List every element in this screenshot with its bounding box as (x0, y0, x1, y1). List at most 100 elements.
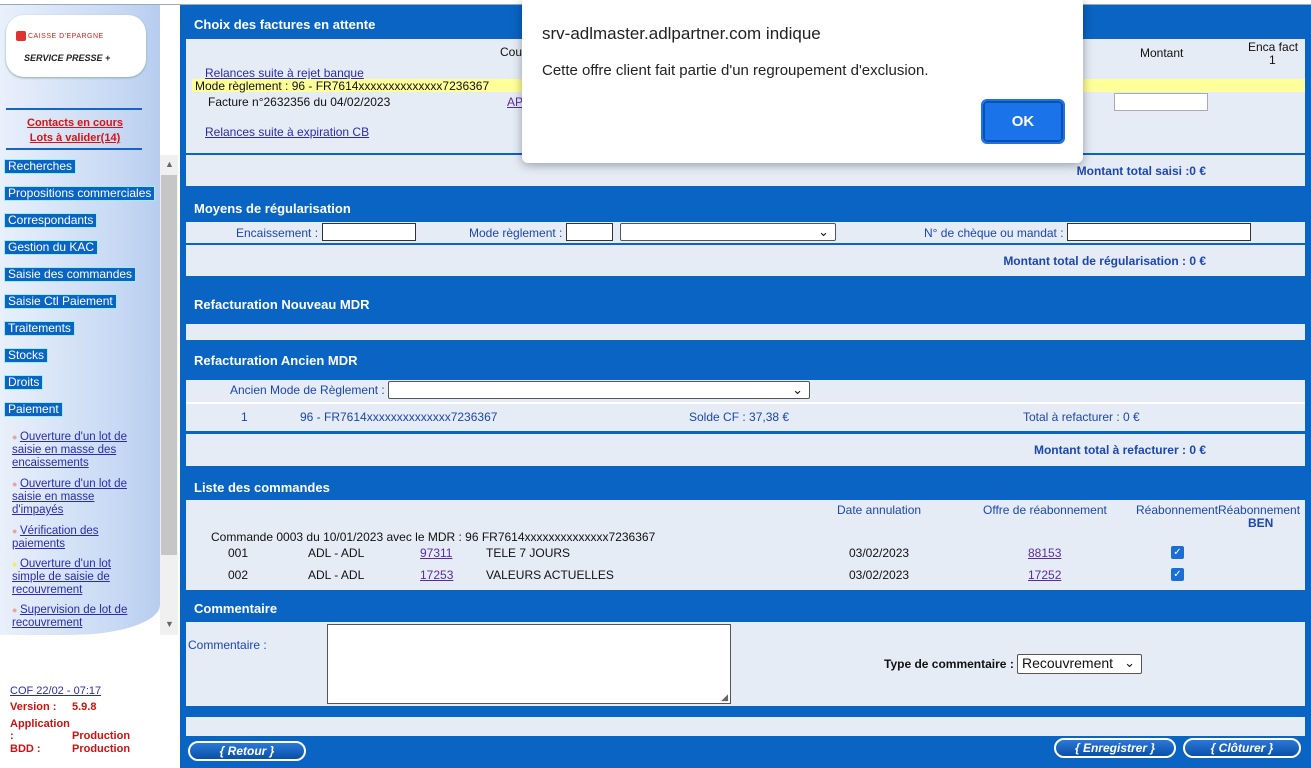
sub-link-impayes[interactable]: ● Ouverture d'un lot de saisie en masse … (12, 478, 140, 517)
ok-button[interactable]: OK (981, 99, 1065, 144)
type-commentaire-select[interactable]: Recouvrement ⌄ (1017, 654, 1142, 674)
col-enca: Enca fact (1248, 40, 1299, 54)
footer-panel (186, 717, 1305, 736)
cheque-input[interactable] (1067, 223, 1251, 241)
dialog-message: Cette offre client fait partie d'un regr… (542, 62, 929, 79)
bdd-line: BDD : Production (10, 743, 130, 755)
version-label: Version : (10, 701, 57, 713)
bdd-label: BDD : (10, 743, 41, 755)
row-adl: ADL - ADL (308, 568, 365, 582)
commande-line: Commande 0003 du 10/01/2023 avec le MDR … (211, 530, 656, 544)
montant-total-regularisation: Montant total de régularisation : 0 € (1003, 254, 1206, 268)
row-num: 001 (228, 546, 249, 560)
bullet-icon: ● (12, 432, 20, 442)
logo: CAISSE D'EPARGNE SERVICE PRESSE + (6, 15, 146, 77)
refact-ancien-total-panel: Montant total à refacturer : 0 € (186, 434, 1305, 466)
menu-recherches[interactable]: Recherches (4, 159, 77, 174)
refact-row-num: 1 (241, 410, 248, 424)
scroll-down-icon[interactable]: ▼ (165, 619, 174, 629)
menu-saisie-commandes[interactable]: Saisie des commandes (4, 267, 137, 282)
row-num: 002 (228, 568, 249, 582)
montant-total-saisi: Montant total saisi :0 € (1076, 164, 1206, 178)
sub-link-label[interactable]: Vérification des paiements (12, 525, 99, 550)
menu-droits[interactable]: Droits (4, 375, 44, 390)
regularisation-inputs-panel: Encaissement : Mode règlement : ⌄ N° de … (186, 222, 1305, 243)
brand-mark-icon (16, 31, 26, 41)
col-ben: BEN (1248, 516, 1274, 530)
menu-correspondants[interactable]: Correspondants (4, 213, 98, 228)
commentaire-textarea[interactable]: ◢ (327, 624, 731, 704)
relances-cb-link[interactable]: Relances suite à expiration CB (205, 125, 369, 139)
row-date: 03/02/2023 (849, 546, 910, 560)
reabonnement-checkbox[interactable]: ✓ (1171, 568, 1184, 581)
section-title-refact-ancien: Refacturation Ancien MDR (194, 353, 358, 368)
col-offre-reabonnement: Offre de réabonnement (983, 503, 1107, 517)
ancien-mode-label: Ancien Mode de Règlement : (230, 383, 385, 397)
scroll-up-icon[interactable]: ▲ (165, 159, 174, 169)
montant-input[interactable] (1114, 93, 1208, 111)
row-offre-link[interactable]: 88153 (1028, 546, 1061, 560)
sidebar-scrollbar[interactable]: ▲ ▼ (160, 155, 178, 635)
section-title-commandes: Liste des commandes (194, 480, 330, 495)
menu-saisie-ctl-paiement[interactable]: Saisie Ctl Paiement (4, 294, 117, 309)
row-titre: TELE 7 JOURS (486, 546, 571, 560)
type-commentaire-label: Type de commentaire : (884, 657, 1014, 671)
mode-reglement-select[interactable]: ⌄ (620, 223, 836, 241)
sub-link-label[interactable]: Ouverture d'un lot de saisie en masse d'… (12, 478, 127, 516)
chevron-down-icon: ⌄ (818, 224, 829, 239)
lots-link[interactable]: Lots à valider(14) (0, 132, 150, 144)
row-adl: ADL - ADL (308, 546, 365, 560)
mode-reglement-input[interactable] (566, 223, 613, 241)
application-label: Application : (10, 718, 70, 742)
enregistrer-button[interactable]: { Enregistrer } (1054, 738, 1176, 758)
row-offre-link[interactable]: 17252 (1028, 568, 1061, 582)
facture-link[interactable]: AP (507, 95, 523, 109)
sub-link-supervision[interactable]: ● Supervision de lot de recouvrement (12, 604, 140, 630)
bdd-value: Production (72, 743, 131, 755)
resize-handle-icon[interactable]: ◢ (721, 692, 728, 703)
scroll-thumb[interactable] (161, 175, 177, 555)
sidebar-divider (6, 108, 142, 110)
refact-row-total: Total à refacturer : 0 € (1023, 410, 1140, 424)
montant-total-refacturer: Montant total à refacturer : 0 € (1033, 443, 1206, 457)
sub-link-label[interactable]: Ouverture d'un lot de saisie en masse de… (12, 431, 127, 469)
ancien-mode-select[interactable]: ⌄ (388, 381, 810, 399)
encaissement-label: Encaissement : (236, 226, 319, 240)
relances-rejet-link[interactable]: Relances suite à rejet banque (205, 66, 364, 80)
col-reabonnement-ben: Réabonnement (1218, 503, 1301, 517)
sidebar-divider (6, 148, 142, 150)
cloturer-button[interactable]: { Clôturer } (1183, 738, 1301, 758)
contacts-link[interactable]: Contacts en cours (0, 117, 150, 129)
col-date-annulation: Date annulation (837, 503, 922, 517)
bullet-icon: ● (12, 479, 20, 489)
sub-link-label[interactable]: Ouverture d'un lot simple de saisie de r… (12, 558, 111, 596)
reabonnement-checkbox[interactable]: ✓ (1171, 546, 1184, 559)
row-code-link[interactable]: 97311 (420, 546, 452, 560)
facture-text: Facture n°2632356 du 04/02/2023 (208, 95, 391, 109)
menu-paiement[interactable]: Paiement (4, 402, 63, 417)
alert-dialog: srv-adlmaster.adlpartner.com indique Cet… (522, 0, 1083, 163)
version-value: 5.9.8 (72, 701, 97, 713)
section-title-regularisation: Moyens de régularisation (194, 201, 351, 216)
menu-propositions[interactable]: Propositions commerciales (4, 186, 156, 201)
sub-link-recouvrement[interactable]: ● Ouverture d'un lot simple de saisie de… (12, 558, 140, 597)
retour-button[interactable]: { Retour } (188, 741, 306, 761)
row-divider (186, 402, 1305, 404)
refact-row-solde: Solde CF : 37,38 € (689, 410, 790, 424)
regularisation-total-panel: Montant total de régularisation : 0 € (186, 245, 1305, 276)
encaissement-input[interactable] (322, 223, 416, 241)
menu-stocks[interactable]: Stocks (4, 348, 49, 363)
commandes-panel: Date annulation Offre de réabonnement Ré… (186, 500, 1305, 590)
col-cou: Cou (500, 45, 523, 59)
cof-link[interactable]: COF 22/02 - 07:17 (10, 685, 101, 697)
menu-gestion-kac[interactable]: Gestion du KAC (4, 240, 99, 255)
refact-nouveau-panel (186, 324, 1305, 340)
commentaire-label: Commentaire : (188, 638, 267, 652)
row-code-link[interactable]: 17253 (420, 568, 453, 582)
menu-traitements[interactable]: Traitements (4, 321, 75, 336)
sub-link-verification[interactable]: ● Vérification des paiements (12, 525, 140, 551)
section-title-refact-nouveau: Refacturation Nouveau MDR (194, 297, 370, 312)
col-montant: Montant (1140, 46, 1184, 60)
sub-link-encaissements[interactable]: ● Ouverture d'un lot de saisie en masse … (12, 431, 140, 470)
sub-link-label[interactable]: Supervision de lot de recouvrement (12, 604, 127, 629)
